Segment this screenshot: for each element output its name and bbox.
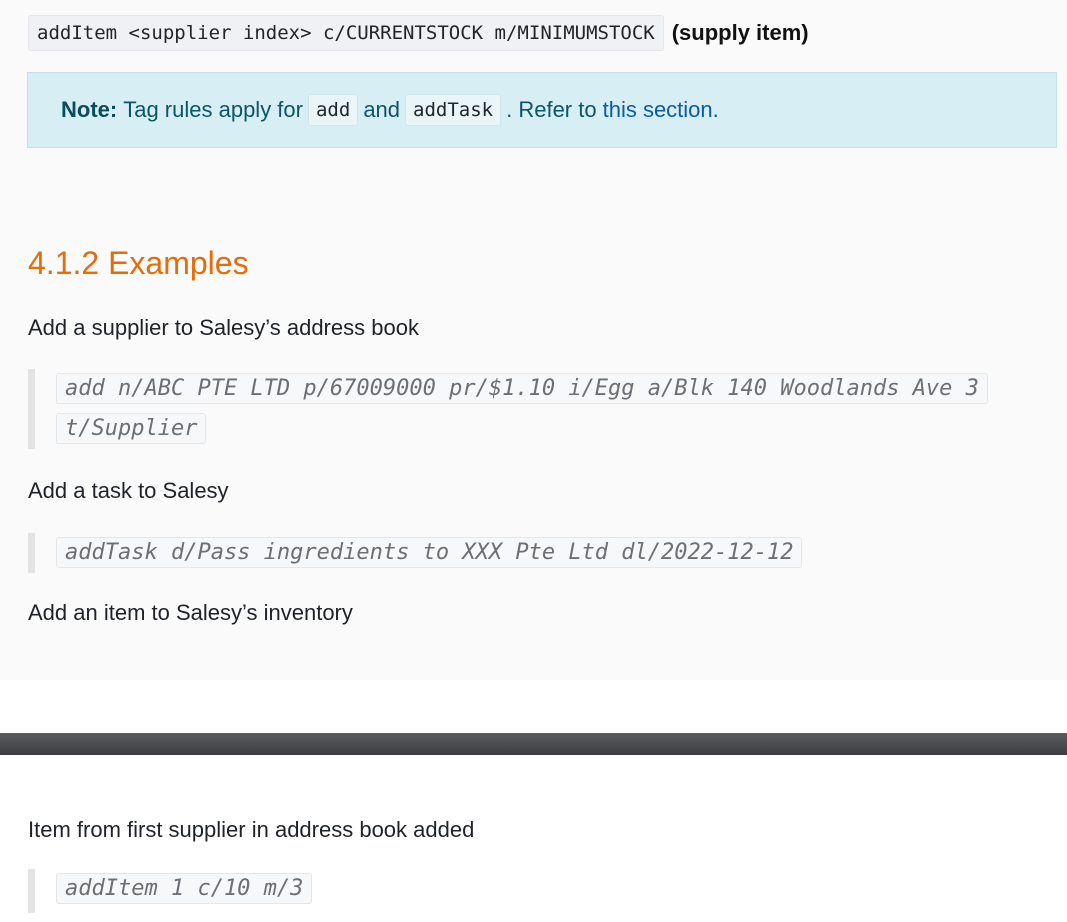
note-text-1: Tag rules apply for: [123, 97, 303, 122]
example-2-description: Add a task to Salesy: [28, 478, 229, 503]
note-code-addtask: addTask: [405, 94, 502, 126]
command-format: addItem <supplier index> c/CURRENTSTOCK …: [28, 15, 809, 51]
content-panel: addItem <supplier index> c/CURRENTSTOCK …: [0, 0, 1067, 680]
note-label: Note:: [61, 97, 118, 122]
result-command: addItem 1 c/10 m/3: [56, 873, 313, 904]
example-1-blockquote: add n/ABC PTE LTD p/67009000 pr/$1.10 i/…: [28, 369, 1038, 449]
example-3-description: Add an item to Salesy’s inventory: [28, 600, 353, 625]
note-code-add: add: [307, 94, 359, 126]
note-text-3: . Refer to: [506, 97, 597, 122]
example-1-command-line-2: t/Supplier: [56, 413, 207, 444]
section-link[interactable]: this section: [603, 97, 713, 123]
result-blockquote: addItem 1 c/10 m/3: [28, 869, 313, 913]
example-1-description: Add a supplier to Salesy’s address book: [28, 315, 419, 340]
example-2-blockquote: addTask d/Pass ingredients to XXX Pte Lt…: [28, 533, 803, 573]
result-description: Item from first supplier in address book…: [28, 817, 475, 842]
example-2-command: addTask d/Pass ingredients to XXX Pte Lt…: [56, 537, 803, 568]
note-text-2: and: [363, 97, 401, 122]
example-1-command-line-1: add n/ABC PTE LTD p/67009000 pr/$1.10 i/…: [56, 373, 988, 404]
note-text-4: .: [712, 97, 719, 122]
section-heading: 4.1.2 Examples: [28, 245, 249, 281]
screenshot-bar: [0, 733, 1067, 755]
note-callout: Note: Tag rules apply for add and addTas…: [27, 72, 1057, 148]
command-format-suffix: (supply item): [671, 20, 809, 45]
command-format-code: addItem <supplier index> c/CURRENTSTOCK …: [28, 15, 664, 51]
